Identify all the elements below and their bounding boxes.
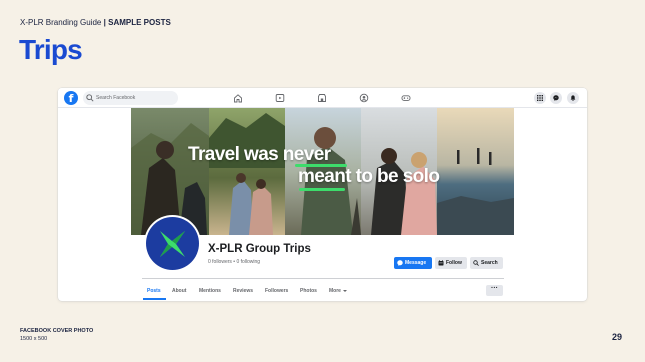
tab-followers[interactable]: Followers [265,288,288,294]
tab-about[interactable]: About [172,288,186,294]
following-count[interactable]: 0 following [236,259,260,265]
follow-button-label: Follow [446,260,462,266]
guide-brand: X-PLR Branding Guide [20,18,102,27]
guide-separator: | [103,18,106,27]
profile-follow-counts: 0 followers • 0 following [208,259,260,265]
facebook-top-bar: f Search Facebook [58,88,587,108]
more-options-button[interactable]: ··· [486,285,503,296]
search-placeholder: Search Facebook [96,95,136,101]
xplr-logo-icon [160,231,185,257]
gaming-icon[interactable] [401,93,411,103]
guide-header: X-PLR Branding Guide | SAMPLE POSTS [20,18,171,27]
profile-avatar[interactable] [144,215,201,272]
footer-caption: FACEBOOK COVER PHOTO 1500 x 500 [20,327,93,343]
follow-icon [438,260,444,266]
cover-photo: Travel was never meant to be solo [131,108,514,235]
marketplace-icon[interactable] [317,93,327,103]
page-search-button[interactable]: Search [470,257,503,269]
cover-headline-line2: meant to be solo [298,166,440,187]
search-input[interactable]: Search Facebook [83,91,178,105]
follow-button[interactable]: Follow [435,257,467,269]
notifications-bell-icon[interactable] [567,92,579,104]
guide-section: SAMPLE POSTS [108,18,171,27]
message-button[interactable]: Message [394,257,432,269]
tab-mentions[interactable]: Mentions [199,288,221,294]
tabs-divider [142,278,504,279]
message-button-label: Message [405,260,427,266]
menu-grid-icon[interactable] [534,92,546,104]
page-title: Trips [19,34,83,65]
tab-posts[interactable]: Posts [147,288,161,294]
meta-separator: • [233,259,236,265]
tab-photos[interactable]: Photos [300,288,317,294]
caption-size: 1500 x 500 [20,336,48,342]
page-number: 29 [612,332,623,342]
messenger-icon [397,260,403,266]
tab-more-label: More [329,288,341,294]
video-icon[interactable] [275,93,285,103]
facebook-page-mockup: f Search Facebook Travel was never meant… [58,88,587,301]
groups-icon[interactable] [359,93,369,103]
tab-reviews[interactable]: Reviews [233,288,253,294]
profile-name: X-PLR Group Trips [208,243,311,255]
followers-count[interactable]: 0 followers [208,259,232,265]
facebook-logo-icon[interactable]: f [64,91,78,105]
cover-headline-line1: Travel was never [188,144,331,165]
active-tab-indicator [143,298,166,300]
cover-accent-underline-2 [299,188,345,191]
messenger-icon[interactable] [550,92,562,104]
home-icon[interactable] [233,93,243,103]
search-button-label: Search [481,260,498,266]
search-icon [86,94,94,102]
tab-more[interactable]: More [329,288,347,294]
chevron-down-icon [342,289,347,292]
search-icon [473,260,479,266]
caption-title: FACEBOOK COVER PHOTO [20,328,94,334]
